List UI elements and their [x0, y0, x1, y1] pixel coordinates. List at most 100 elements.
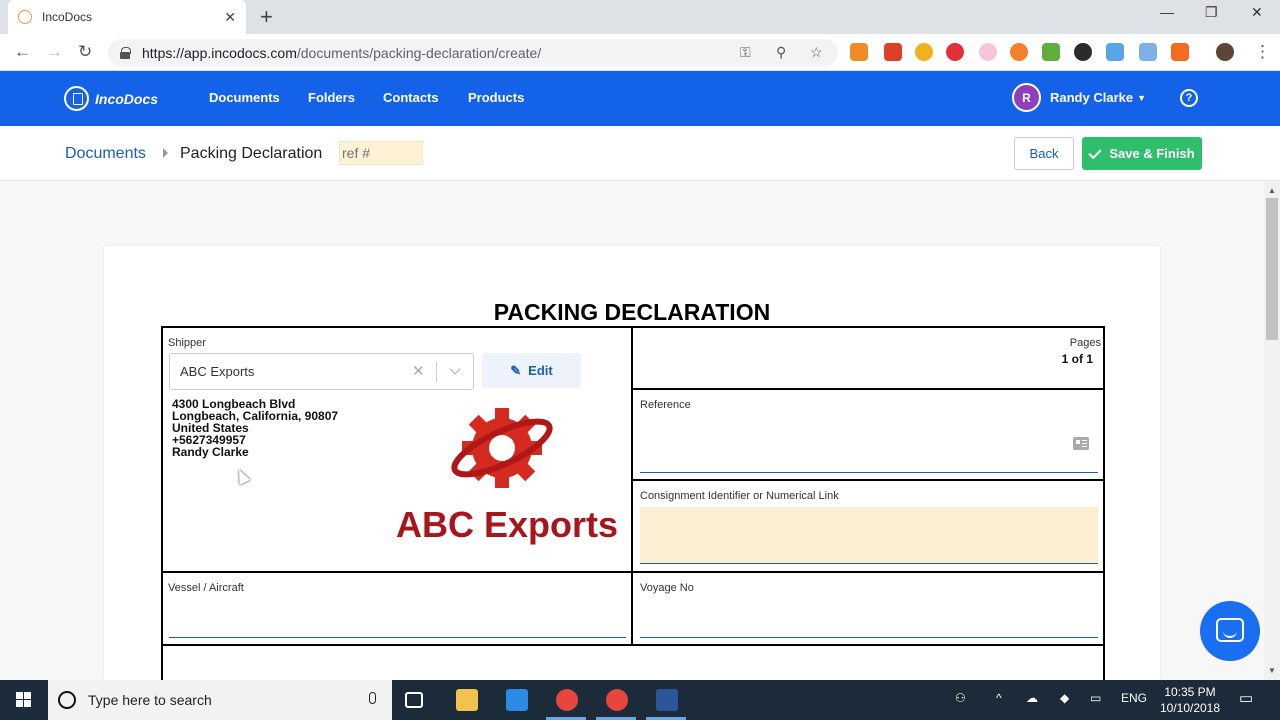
chevron-down-icon[interactable] [449, 363, 461, 375]
new-tab-button[interactable]: + [260, 4, 273, 30]
minimize-icon[interactable]: — [1160, 4, 1174, 20]
windows-taskbar: Type here to search ⚇ ^ ☁ ◆ ▭ ENG 10:35 … [0, 680, 1280, 720]
shipper-select[interactable]: ABC Exports ✕ [169, 353, 474, 390]
key-icon[interactable]: ⚿ [740, 44, 751, 61]
nav-contacts[interactable]: Contacts [383, 90, 439, 105]
brand-name: IncoDocs [95, 90, 159, 107]
close-window-icon[interactable]: ✕ [1251, 4, 1263, 21]
profile-avatar[interactable] [1216, 43, 1234, 61]
word-icon[interactable] [656, 689, 678, 711]
extension-icon[interactable] [1106, 43, 1124, 61]
extension-icon[interactable] [884, 43, 902, 61]
vessel-input[interactable] [169, 637, 626, 638]
scroll-down-icon[interactable]: ▼ [1268, 666, 1276, 675]
hubspot-icon[interactable] [1010, 43, 1028, 61]
windows-start-icon[interactable] [16, 692, 32, 708]
browser-toolbar: ← → ↻ https://app.incodocs.com/documents… [0, 34, 1280, 71]
zoom-icon[interactable]: ⚲ [776, 44, 786, 61]
save-finish-label: Save & Finish [1109, 146, 1195, 161]
dropbox-icon[interactable] [506, 689, 528, 711]
pages-label: Pages [1069, 337, 1101, 349]
extension-icon[interactable] [915, 43, 933, 61]
extension-icon[interactable] [1171, 43, 1189, 61]
consignment-label: Consignment Identifier or Numerical Link [640, 490, 839, 502]
chrome-icon[interactable] [556, 689, 578, 711]
scrollbar-thumb[interactable] [1266, 198, 1278, 340]
address-bar[interactable]: https://app.incodocs.com/documents/packi… [108, 39, 838, 66]
back-button[interactable]: Back [1014, 137, 1074, 170]
task-view-icon[interactable] [405, 692, 423, 708]
edit-shipper-button[interactable]: ✎ Edit [482, 353, 581, 388]
voyage-input[interactable] [640, 637, 1098, 638]
chat-icon [1216, 618, 1244, 642]
breadcrumb-current: Packing Declaration [180, 145, 323, 162]
battery-icon[interactable]: ▭ [1090, 691, 1101, 705]
extension-icon[interactable] [1074, 43, 1092, 61]
logo-text: ABC Exports [396, 504, 619, 545]
clock-date: 10/10/2018 [1159, 701, 1221, 715]
reference-input[interactable] [640, 472, 1098, 473]
browser-tab[interactable]: IncoDocs ✕ [8, 0, 246, 34]
tab-title: IncoDocs [42, 10, 93, 24]
forward-arrow-icon[interactable]: → [46, 42, 63, 62]
form-divider [161, 571, 1105, 573]
form-divider [631, 326, 633, 646]
search-placeholder: Type here to search [88, 692, 212, 708]
address-card-icon[interactable] [1073, 437, 1089, 450]
reference-label: Reference [640, 399, 691, 411]
form-divider [631, 479, 1105, 481]
notifications-icon[interactable]: ▭ [1239, 689, 1253, 707]
user-menu[interactable]: R Randy Clarke ▼ [1012, 83, 1146, 112]
lock-icon [120, 46, 131, 59]
close-tab-icon[interactable]: ✕ [224, 9, 236, 26]
chat-launcher-button[interactable] [1200, 601, 1260, 661]
language-indicator[interactable]: ENG [1121, 691, 1147, 705]
clear-icon[interactable]: ✕ [412, 362, 425, 380]
file-explorer-icon[interactable] [456, 689, 478, 711]
cloud-icon[interactable]: ☁ [1026, 691, 1038, 705]
nav-folders[interactable]: Folders [308, 90, 355, 105]
dropbox-tray-icon[interactable]: ◆ [1060, 691, 1069, 705]
bookmark-star-icon[interactable]: ☆ [810, 44, 823, 61]
vessel-label: Vessel / Aircraft [168, 582, 244, 594]
app-header: IncoDocs Documents Folders Contacts Prod… [0, 71, 1280, 126]
edit-label: Edit [528, 363, 553, 378]
caret-down-icon: ▼ [1137, 92, 1147, 103]
taskbar-search[interactable]: Type here to search [48, 680, 392, 720]
taskbar-clock[interactable]: 10:35 PM 10/10/2018 [1152, 684, 1228, 716]
pinterest-icon[interactable] [946, 43, 964, 61]
extension-icon[interactable] [979, 43, 997, 61]
restore-icon[interactable]: ❐ [1205, 4, 1218, 21]
pencil-icon: ✎ [510, 362, 522, 378]
shipper-address: 4300 Longbeach Blvd Longbeach, Californi… [172, 398, 338, 458]
reload-icon[interactable]: ↻ [78, 42, 92, 62]
form-divider [161, 644, 1105, 646]
voyage-label: Voyage No [640, 582, 694, 594]
nav-documents[interactable]: Documents [209, 90, 280, 105]
tray-expand-icon[interactable]: ^ [996, 691, 1002, 705]
shipper-selected-value: ABC Exports [180, 364, 255, 379]
chrome-icon[interactable] [606, 689, 628, 711]
extension-icon[interactable] [1042, 43, 1060, 61]
extension-icon[interactable] [1139, 43, 1157, 61]
form-divider [631, 388, 1105, 390]
extension-icon[interactable] [850, 43, 868, 61]
address-line: Randy Clarke [172, 445, 249, 459]
breadcrumb-documents[interactable]: Documents [65, 145, 146, 163]
incodocs-logo[interactable]: IncoDocs [64, 86, 158, 111]
people-icon[interactable]: ⚇ [955, 691, 966, 705]
consignment-input[interactable] [640, 507, 1098, 564]
menu-dots-icon[interactable]: ⋮ [1254, 42, 1271, 62]
url-text: https://app.incodocs.com/documents/packi… [142, 44, 542, 61]
save-finish-button[interactable]: Save & Finish [1082, 137, 1202, 170]
check-icon [1088, 145, 1103, 159]
microphone-icon[interactable] [369, 692, 376, 704]
help-icon[interactable]: ? [1180, 89, 1198, 107]
nav-products[interactable]: Products [468, 90, 524, 105]
reference-number-input[interactable] [339, 141, 423, 165]
back-arrow-icon[interactable]: ← [14, 42, 31, 62]
avatar: R [1012, 83, 1041, 112]
incodocs-favicon-icon [18, 10, 32, 24]
document-toolbar: Documents Packing Declaration Back Save … [0, 126, 1280, 181]
scroll-up-icon[interactable]: ▲ [1268, 186, 1276, 195]
